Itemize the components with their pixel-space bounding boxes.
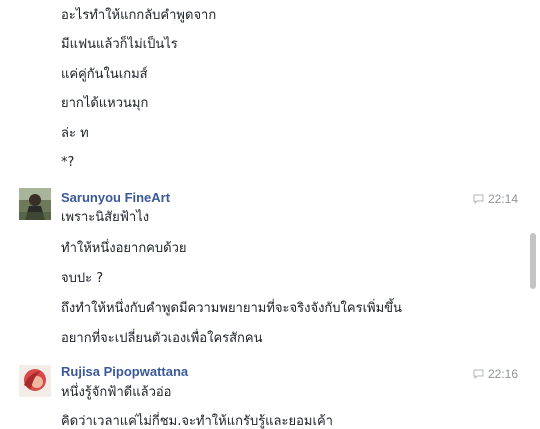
user-avatar-image (19, 188, 51, 220)
avatar[interactable] (19, 365, 51, 397)
message-text: ล่ะ ท (61, 126, 89, 141)
sender-name[interactable]: Rujisa Pipopwattana (61, 364, 188, 380)
speech-bubble-icon (473, 194, 484, 204)
message-timestamp: 22:16 (473, 367, 518, 381)
message-text: *? (61, 155, 75, 170)
message-text: เพราะนิสัยฟ้าไง (61, 210, 150, 225)
message-timestamp: 22:14 (473, 192, 518, 206)
message-text: ทำให้หนึ่งอยากคบด้วย (61, 241, 187, 256)
message-text: ยากได้แหวนมุก (61, 96, 149, 111)
timestamp-text: 22:16 (487, 367, 518, 381)
message-text: ถึงทำให้หนึ่งกับคำพูดมีความพยายามที่จะจร… (61, 301, 402, 316)
message-text: คิดว่าเวลาแค่ไม่กี่ชม.จะทำให้แกรับรู้และ… (61, 414, 333, 429)
message-text: แค่คู่กันในเกมส์ (61, 67, 148, 82)
message-text: อยากที่จะเปลี่ยนตัวเองเพื่อใครสักคน (61, 331, 263, 346)
timestamp-text: 22:14 (487, 192, 518, 206)
sender-name[interactable]: Sarunyou FineArt (61, 190, 170, 206)
speech-bubble-icon (473, 369, 484, 379)
message-text: อะไรทำให้แกกลับคำพูดจาก (61, 8, 217, 23)
message-text: มีแฟนแล้วก็ไม่เป็นไร (61, 37, 178, 52)
chat-conversation: อะไรทำให้แกกลับคำพูดจาก มีแฟนแล้วก็ไม่เป… (0, 0, 528, 429)
scrollbar[interactable] (528, 0, 540, 429)
avatar[interactable] (19, 188, 51, 220)
message-text: หนึ่งรู้จักฟ้าดีแล้วอ่อ (61, 385, 172, 400)
message-text: จบปะ ? (61, 271, 104, 286)
scrollbar-thumb[interactable] (530, 233, 536, 289)
user-avatar-image (19, 365, 51, 397)
